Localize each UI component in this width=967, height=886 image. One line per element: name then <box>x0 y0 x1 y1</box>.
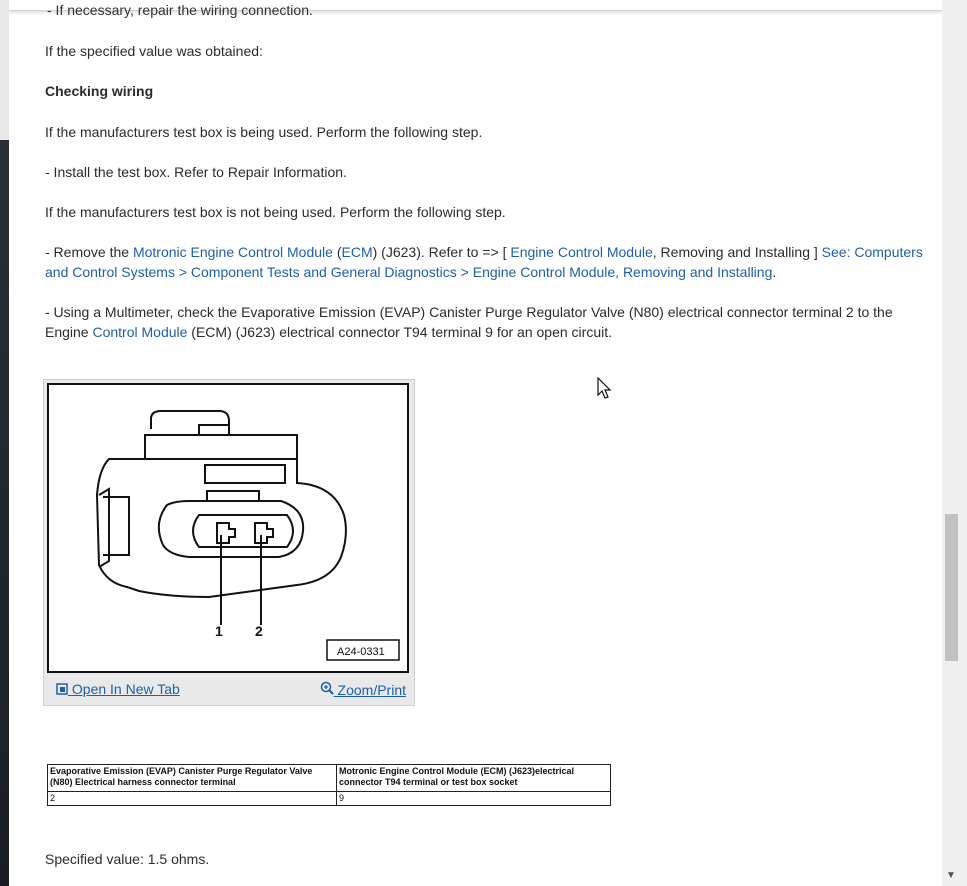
connector-drawing: 1 2 A24-0331 <box>95 410 400 661</box>
table-header-row: Evaporative Emission (EVAP) Canister Pur… <box>47 764 611 792</box>
vertical-scrollbar[interactable]: ▼ <box>942 0 967 886</box>
scrollbar-thumb[interactable] <box>945 514 958 661</box>
link-control-module[interactable]: Control Module <box>92 324 187 340</box>
table-row: 2 9 <box>47 791 611 806</box>
window-edge <box>0 0 9 886</box>
pin-label-1: 1 <box>215 623 223 639</box>
previous-step-fragment: - If necessary, repair the wiring connec… <box>47 2 313 18</box>
paragraph-test-box-not-used: If the manufacturers test box is not bei… <box>45 204 506 220</box>
text-run: (ECM) (J623) electrical connector T94 te… <box>187 324 613 340</box>
zoom-icon <box>320 681 334 695</box>
open-tab-icon <box>56 683 68 695</box>
open-tab-label: Open In New Tab <box>71 681 180 697</box>
mouse-cursor-icon <box>597 377 612 399</box>
link-engine-control-module[interactable]: Engine Control Module <box>510 244 652 260</box>
text-run: ( <box>332 244 342 260</box>
text-run: - Remove the <box>45 244 133 260</box>
paragraph-test-box-used: If the manufacturers test box is being u… <box>45 124 483 140</box>
link-ecm[interactable]: ECM <box>342 244 373 260</box>
pin-label-2: 2 <box>255 623 263 639</box>
section-heading: Checking wiring <box>45 83 154 99</box>
table-cell: 9 <box>336 791 611 806</box>
zoom-print-link[interactable]: Zoom/Print <box>320 681 406 698</box>
figure-code: A24-0331 <box>337 646 385 658</box>
connector-diagram[interactable]: 1 2 A24-0331 <box>47 383 409 673</box>
step-install-test-box: - Install the test box. Refer to Repair … <box>45 164 347 180</box>
table-header-cell: Motronic Engine Control Module (ECM) (J6… <box>336 764 611 792</box>
open-in-new-tab-link[interactable]: Open In New Tab <box>56 681 180 697</box>
specified-value: Specified value: 1.5 ohms. <box>45 851 210 867</box>
figure-actions: Open In New Tab Zoom/Print <box>44 676 414 702</box>
scroll-down-arrow-icon[interactable]: ▼ <box>946 870 956 881</box>
text-run: . <box>772 264 777 280</box>
text-run: ) (J623). Refer to => [ <box>372 244 511 260</box>
text-run: , Removing and Installing ] <box>652 244 822 260</box>
paragraph-condition: If the specified value was obtained: <box>45 43 263 59</box>
document-page: - If necessary, repair the wiring connec… <box>9 0 942 886</box>
terminal-table: Evaporative Emission (EVAP) Canister Pur… <box>47 764 611 806</box>
step-multimeter-check: - Using a Multimeter, check the Evaporat… <box>45 302 925 342</box>
figure-container: 1 2 A24-0331 Open In New Tab Zoom/Print <box>43 379 415 706</box>
link-motronic-ecm[interactable]: Motronic Engine Control Module <box>133 244 333 260</box>
table-cell: 2 <box>47 791 337 806</box>
step-remove-ecm: - Remove the Motronic Engine Control Mod… <box>45 242 925 282</box>
zoom-print-label: Zoom/Print <box>337 682 406 698</box>
table-header-cell: Evaporative Emission (EVAP) Canister Pur… <box>47 764 337 792</box>
